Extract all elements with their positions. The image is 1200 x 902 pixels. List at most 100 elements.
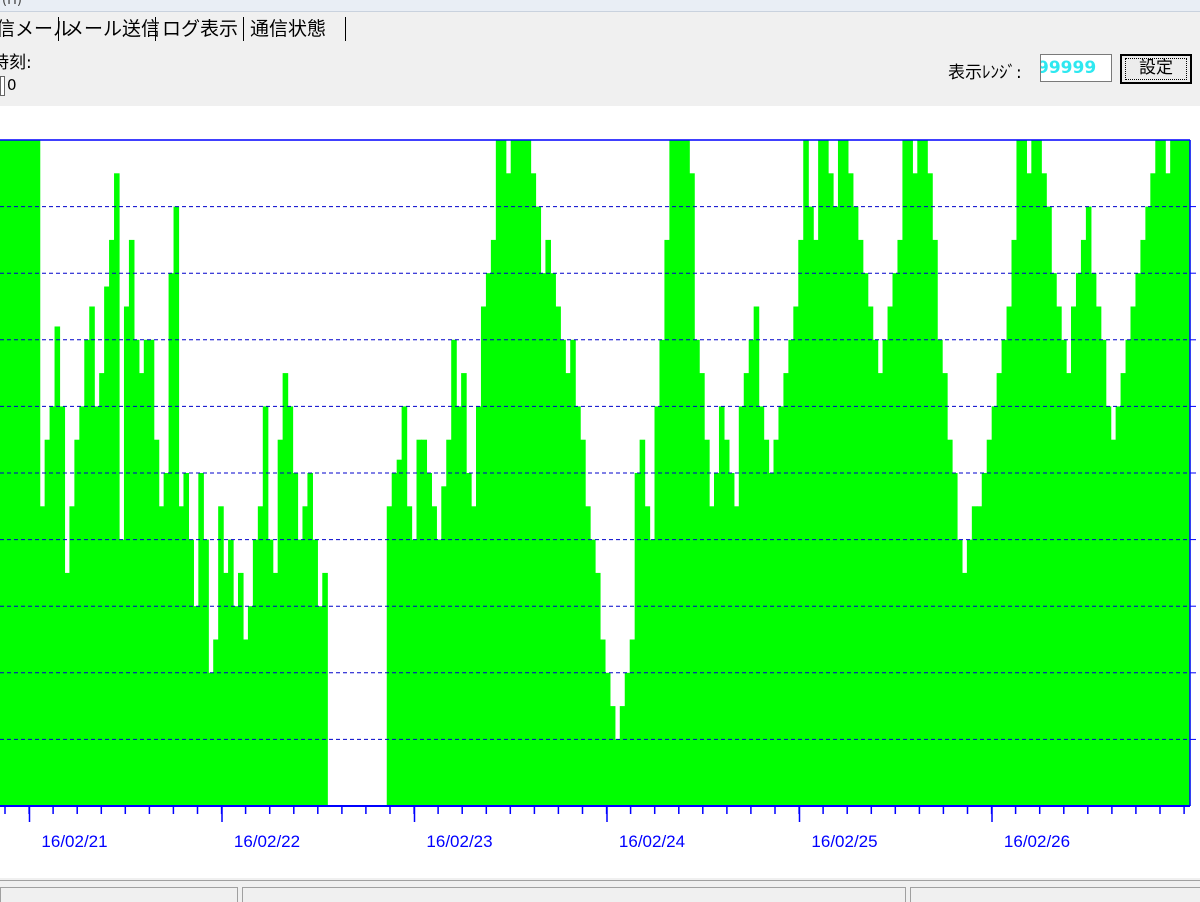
series-bar-received <box>242 639 249 806</box>
series-bar-received <box>986 439 993 806</box>
series-bar-received <box>1085 206 1092 807</box>
series-bar-received <box>897 239 904 806</box>
set-button[interactable]: 設定 <box>1120 54 1192 84</box>
series-bar-received <box>629 639 636 806</box>
series-bar-received <box>565 373 571 806</box>
series-bar-received <box>1125 339 1132 806</box>
series-bar-received <box>109 239 115 806</box>
series-bar-received <box>748 339 755 806</box>
series-bar-received <box>728 473 735 806</box>
series-bar-received <box>1145 206 1151 807</box>
series-bar-received <box>996 373 1003 806</box>
x-axis-tick-label: 16/02/26 <box>1004 832 1070 851</box>
menu-connection-status[interactable]: 通信状態 <box>248 16 328 42</box>
series-bar-received <box>877 373 884 806</box>
series-bar-received <box>1066 373 1072 806</box>
series-bar-received <box>828 173 834 807</box>
series-bar-received <box>143 339 150 806</box>
series-bar-received <box>148 339 155 806</box>
series-bar-received <box>490 239 497 806</box>
series-bar-received <box>535 206 542 807</box>
series-bar-received <box>386 506 393 806</box>
series-bar-received <box>322 572 328 806</box>
series-bar-received <box>857 239 864 806</box>
series-bar-received <box>302 506 309 806</box>
series-bar-received <box>704 439 710 806</box>
series-bar-received <box>128 239 135 806</box>
x-axis-tick-label: 16/02/23 <box>426 832 492 851</box>
menu-separator <box>58 17 59 41</box>
series-bar-received <box>852 206 859 807</box>
series-bar-received <box>282 373 289 806</box>
series-bar-received <box>54 326 61 806</box>
series-bar-received <box>912 173 918 807</box>
series-bar-received <box>733 506 740 806</box>
series-bar-received <box>555 306 561 806</box>
series-bar-received <box>763 439 770 806</box>
series-bar-received <box>99 373 105 806</box>
series-bar-received <box>466 473 472 806</box>
series-bar-received <box>599 639 606 806</box>
series-bar-received <box>416 439 423 806</box>
series-bar-received <box>1100 339 1107 806</box>
time-value: 0 <box>7 76 17 94</box>
series-bar-received <box>753 306 760 806</box>
menu-log-view[interactable]: ログ表示 <box>160 16 240 42</box>
series-bar-received <box>634 473 641 806</box>
series-bar-received <box>89 306 95 806</box>
series-bar-received <box>163 473 170 806</box>
series-bar-received <box>1006 306 1013 806</box>
series-bar-received <box>694 339 700 806</box>
series-bar-received <box>277 439 284 806</box>
series-bar-received <box>173 206 180 807</box>
series-bar-received <box>723 439 730 806</box>
series-bar-received <box>421 439 428 806</box>
series-bar-received <box>153 439 160 806</box>
series-bar-received <box>783 373 789 806</box>
window-title-fragment: (H) <box>2 0 22 8</box>
series-bar-received <box>307 473 313 806</box>
series-bar-received <box>1110 439 1117 806</box>
series-bar-received <box>233 606 239 806</box>
time-label: 時刻: <box>0 53 32 73</box>
series-bar-received <box>1071 306 1077 806</box>
series-bar-received <box>431 506 437 806</box>
series-bar-received <box>689 173 695 807</box>
series-bar-received <box>218 506 224 806</box>
menu-send-mail[interactable]: メール送信 <box>63 16 162 42</box>
display-range-input[interactable]: 99999 <box>1040 54 1112 82</box>
series-bar-received <box>183 473 190 806</box>
series-bar-received <box>74 439 80 806</box>
series-bar-received <box>659 339 666 806</box>
series-bar-received <box>882 339 889 806</box>
series-bar-received <box>441 486 447 806</box>
series-bar-received <box>942 373 948 806</box>
series-bar-received <box>768 473 775 806</box>
series-bar-received <box>932 239 938 806</box>
series-bar-received <box>1026 173 1032 807</box>
series-bar-received <box>947 439 953 806</box>
series-bar-received <box>614 739 621 806</box>
series-bar-received <box>391 473 398 806</box>
series-bar-received <box>699 373 705 806</box>
series-bar-received <box>1120 373 1127 806</box>
series-bar-received <box>619 706 626 806</box>
series-bar-received <box>709 506 715 806</box>
series-bar-received <box>104 286 110 806</box>
series-bar-received <box>426 473 432 806</box>
series-bar-received <box>961 572 968 806</box>
series-bar-received <box>223 572 229 806</box>
series-bar-received <box>560 339 566 806</box>
series-bar-received <box>1001 339 1008 806</box>
series-bar-received <box>272 572 279 806</box>
series-bar-received <box>1140 239 1146 806</box>
series-bar-received <box>1130 306 1137 806</box>
series-bar-received <box>937 339 943 806</box>
series-bar-received <box>530 173 537 807</box>
series-bar-received <box>1150 173 1156 807</box>
x-axis-tick-label: 16/02/24 <box>619 832 685 851</box>
menu-separator <box>345 17 346 41</box>
series-bar-received <box>1046 206 1052 807</box>
series-bar-received <box>451 339 457 806</box>
series-bar-received <box>609 706 616 806</box>
